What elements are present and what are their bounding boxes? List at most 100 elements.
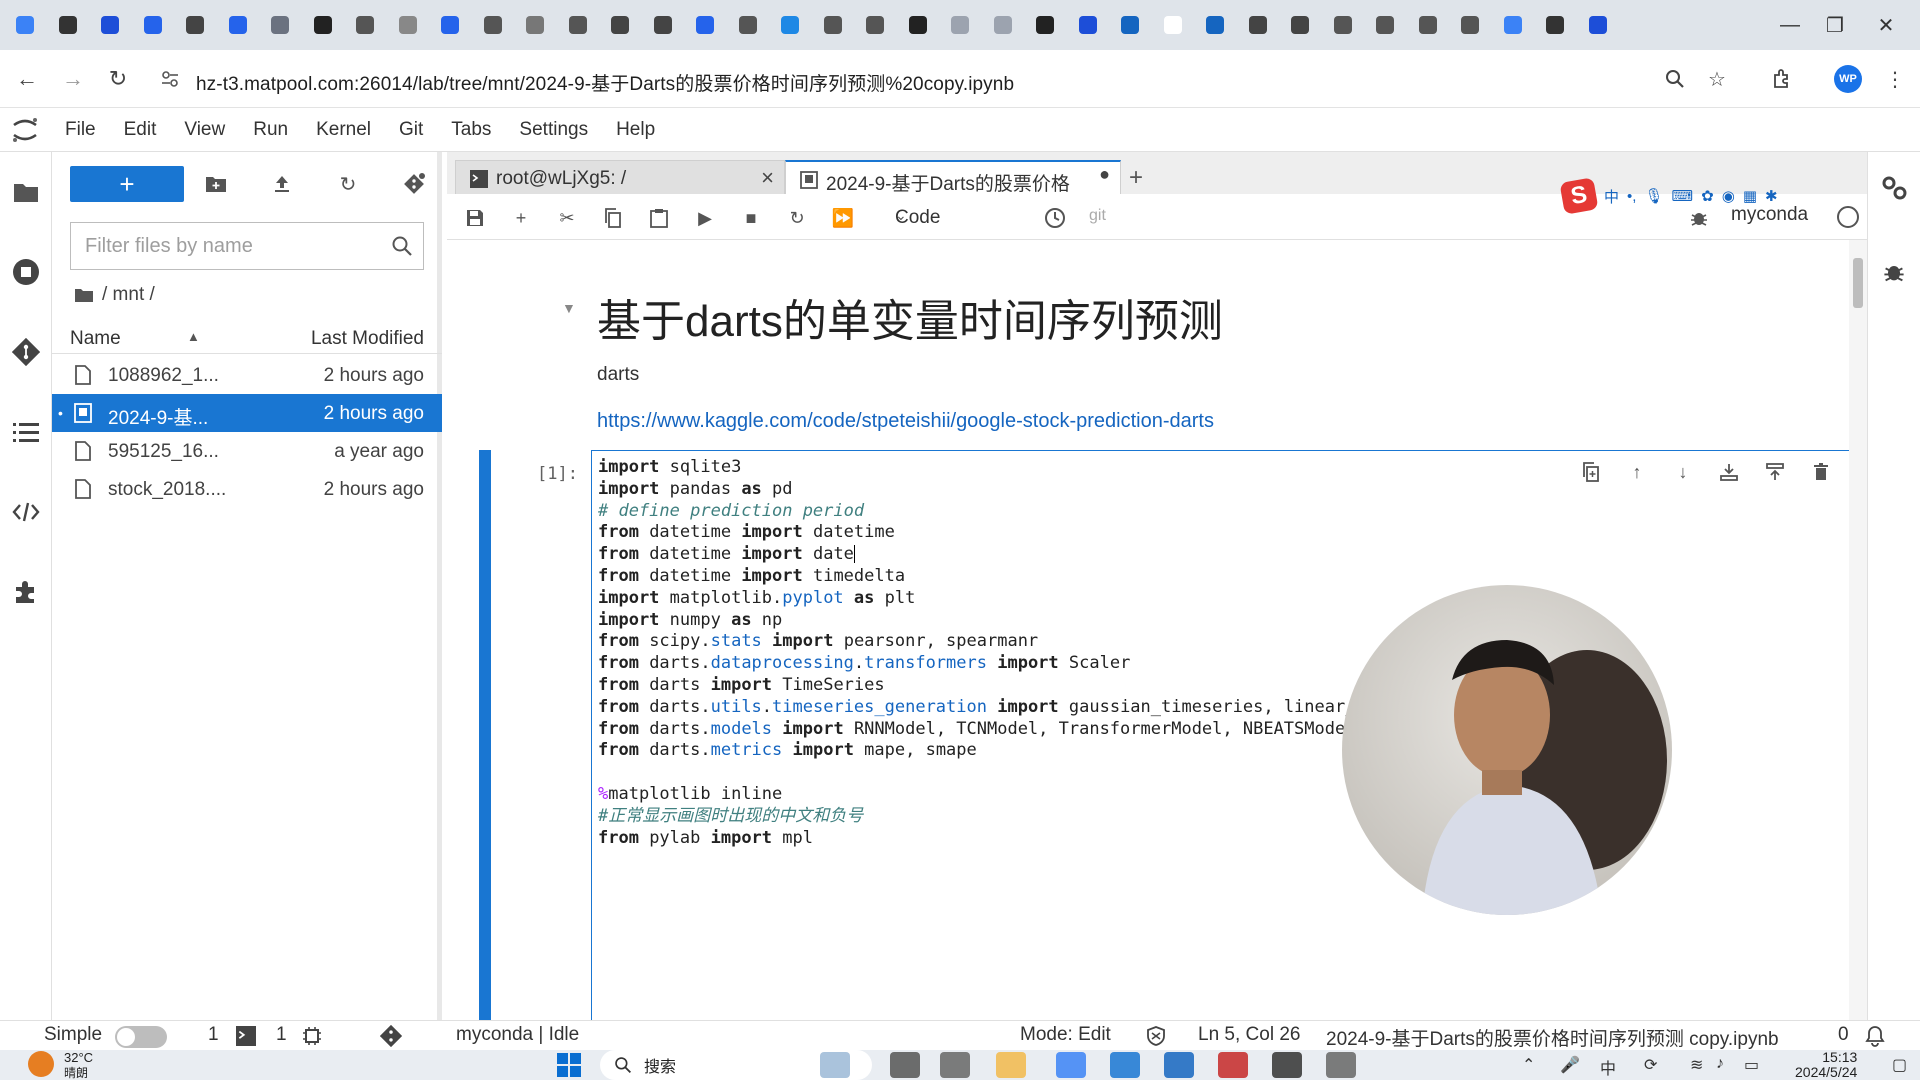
app-vscode-icon[interactable] <box>1110 1052 1140 1078</box>
browser-tab[interactable] <box>1156 8 1190 42</box>
unsaved-dot-icon[interactable]: ● <box>1099 164 1110 185</box>
browser-tab[interactable] <box>1198 8 1232 42</box>
code-line[interactable]: from datetime import date <box>598 544 1448 566</box>
code-line[interactable]: import sqlite3 <box>598 457 1448 479</box>
menu-view[interactable]: View <box>184 119 225 141</box>
ime-punctuation[interactable]: •, <box>1627 188 1636 205</box>
battery-icon[interactable]: ▭ <box>1744 1055 1759 1075</box>
microphone-icon[interactable]: 🎤 <box>1560 1055 1580 1075</box>
code-line[interactable]: from scipy.stats import pearsonr, spearm… <box>598 631 1448 653</box>
list-item[interactable]: • 2024-9-基... 2 hours ago <box>52 394 442 432</box>
menu-run[interactable]: Run <box>253 119 288 141</box>
bookmark-star-icon[interactable]: ☆ <box>1702 64 1732 94</box>
browser-tab[interactable] <box>1113 8 1147 42</box>
browser-tab[interactable] <box>986 8 1020 42</box>
table-of-contents-icon[interactable] <box>6 412 46 452</box>
add-tab-icon[interactable]: + <box>1129 164 1143 192</box>
wifi-icon[interactable]: ≋ <box>1690 1055 1703 1075</box>
profile-avatar[interactable]: WP <box>1834 65 1862 93</box>
menu-git[interactable]: Git <box>399 119 423 141</box>
back-icon[interactable]: ← <box>12 64 42 94</box>
app-folder-dark-icon[interactable] <box>890 1052 920 1078</box>
settings-icon[interactable]: ✱ <box>1765 187 1778 205</box>
browser-tab[interactable] <box>943 8 977 42</box>
browser-tab[interactable] <box>93 8 127 42</box>
forward-icon[interactable]: → <box>58 64 88 94</box>
editor-mode[interactable]: Mode: Edit <box>1020 1024 1111 1046</box>
git-label[interactable]: git <box>1089 207 1106 225</box>
browser-tab[interactable] <box>1241 8 1275 42</box>
browser-tab[interactable] <box>1411 8 1445 42</box>
app-terminal-icon[interactable] <box>1272 1052 1302 1078</box>
app-explorer-icon[interactable] <box>996 1052 1026 1078</box>
run-all-icon[interactable]: ⏩ <box>831 206 855 230</box>
code-line[interactable]: from darts.metrics import mape, smape <box>598 740 1448 762</box>
terminal-count[interactable]: 1 <box>208 1024 219 1046</box>
git-status-icon[interactable] <box>380 1025 402 1047</box>
browser-tab[interactable] <box>136 8 170 42</box>
notification-count[interactable]: 0 <box>1838 1024 1849 1046</box>
app-folder-icon[interactable] <box>940 1052 970 1078</box>
menu-tabs[interactable]: Tabs <box>451 119 491 141</box>
browser-tab[interactable] <box>518 8 552 42</box>
code-line[interactable]: from darts.utils.timeseries_generation i… <box>598 697 1448 719</box>
bell-icon[interactable] <box>1864 1025 1886 1047</box>
menu-file[interactable]: File <box>65 119 96 141</box>
code-line[interactable]: from darts.models import RNNModel, TCNMo… <box>598 719 1448 741</box>
browser-tab[interactable] <box>1071 8 1105 42</box>
run-icon[interactable]: ▶ <box>693 206 717 230</box>
kernel-chip-icon[interactable] <box>302 1026 322 1046</box>
app-ship-icon[interactable] <box>820 1052 850 1078</box>
browser-tab[interactable] <box>1283 8 1317 42</box>
active-cell-indicator[interactable] <box>479 450 491 1020</box>
browser-tab[interactable] <box>1538 8 1572 42</box>
code-line[interactable]: #正常显示画图时出现的中文和负号 <box>598 806 1448 828</box>
upload-icon[interactable] <box>266 168 298 200</box>
browser-tab[interactable] <box>8 8 42 42</box>
code-snippets-icon[interactable] <box>6 492 46 532</box>
site-info-icon[interactable] <box>160 70 180 88</box>
column-name[interactable]: Name <box>70 328 121 350</box>
browser-tab[interactable] <box>603 8 637 42</box>
clock-icon[interactable] <box>1043 206 1067 230</box>
game-icon[interactable]: ◉ <box>1722 187 1735 205</box>
restart-icon[interactable]: ↻ <box>785 206 809 230</box>
browser-tab[interactable] <box>348 8 382 42</box>
git-clone-icon[interactable] <box>398 168 430 200</box>
cell-type-select[interactable]: Code ⌄ <box>895 204 1025 232</box>
debugger-icon[interactable] <box>1882 260 1906 284</box>
minimize-icon[interactable]: — <box>1770 8 1810 42</box>
menu-edit[interactable]: Edit <box>124 119 157 141</box>
scrollbar-thumb[interactable] <box>1853 258 1863 308</box>
cut-icon[interactable]: ✂ <box>555 206 579 230</box>
delete-cell-icon[interactable] <box>1808 459 1834 485</box>
move-down-icon[interactable]: ↓ <box>1670 459 1696 485</box>
maximize-icon[interactable]: ❐ <box>1815 8 1855 42</box>
app-chrome-icon[interactable] <box>1056 1052 1086 1078</box>
menu-help[interactable]: Help <box>616 119 655 141</box>
browser-tab[interactable] <box>1581 8 1615 42</box>
code-line[interactable]: import pandas as pd <box>598 479 1448 501</box>
browser-tab[interactable] <box>858 8 892 42</box>
browser-tab[interactable] <box>391 8 425 42</box>
app-app-icon[interactable] <box>1164 1052 1194 1078</box>
list-item[interactable]: 595125_16... a year ago <box>52 432 442 470</box>
kernel-count[interactable]: 1 <box>276 1024 287 1046</box>
sort-ascending-icon[interactable]: ▲ <box>187 329 200 344</box>
move-up-icon[interactable]: ↑ <box>1624 459 1650 485</box>
code-line[interactable]: import numpy as np <box>598 610 1448 632</box>
keyboard-icon[interactable]: ⌨ <box>1671 187 1693 205</box>
shield-icon[interactable] <box>1146 1026 1166 1046</box>
kernel-state[interactable]: myconda | Idle <box>456 1024 579 1046</box>
menu-settings[interactable]: Settings <box>519 119 588 141</box>
new-launcher-button[interactable]: + <box>70 166 184 202</box>
url-text[interactable]: hz-t3.matpool.com:26014/lab/tree/mnt/202… <box>196 69 1014 96</box>
property-inspector-icon[interactable] <box>1880 174 1908 202</box>
code-line[interactable]: from darts.dataprocessing.transformers i… <box>598 653 1448 675</box>
duplicate-cell-icon[interactable] <box>1578 459 1604 485</box>
code-line[interactable]: from datetime import datetime <box>598 522 1448 544</box>
code-line[interactable]: from datetime import timedelta <box>598 566 1448 588</box>
code-line[interactable]: %matplotlib inline <box>598 784 1448 806</box>
browser-tab[interactable] <box>221 8 255 42</box>
git-icon[interactable] <box>6 332 46 372</box>
